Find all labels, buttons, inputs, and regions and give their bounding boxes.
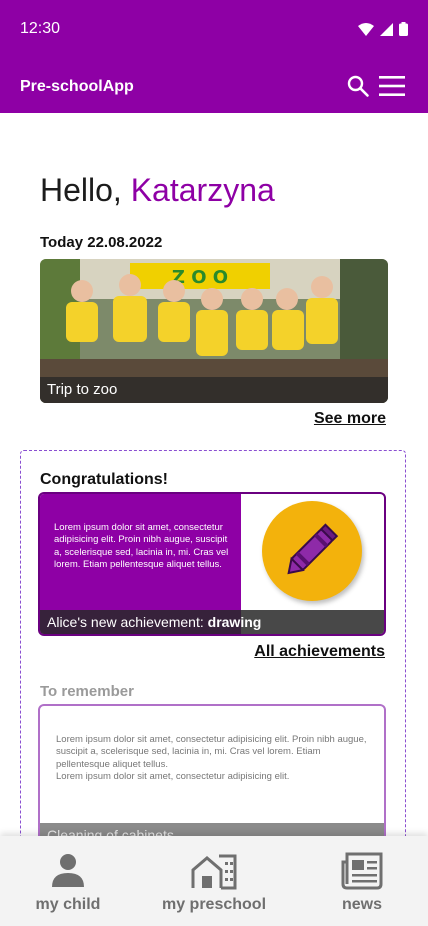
greeting-hello: Hello,	[40, 172, 122, 208]
signal-icon	[380, 22, 393, 36]
nav-news[interactable]: news	[322, 836, 402, 926]
bottom-navigation: my child my preschool news	[0, 836, 428, 926]
see-more-link[interactable]: See more	[314, 410, 386, 428]
achievement-description: Lorem ipsum dolor sit amet, consectetur …	[54, 522, 229, 570]
to-remember-text: Lorem ipsum dolor sit amet, consectetur …	[56, 734, 367, 782]
status-icons	[358, 22, 408, 36]
nav-my-preschool[interactable]: my preschool	[154, 836, 274, 926]
to-remember-card[interactable]: Lorem ipsum dolor sit amet, consectetur …	[38, 704, 386, 844]
crayon-icon	[287, 523, 339, 575]
battery-icon	[399, 22, 408, 36]
building-icon	[191, 854, 237, 890]
status-time: 12:30	[20, 20, 61, 37]
crayon-badge	[262, 501, 362, 601]
app-bar: Pre-schoolApp	[0, 58, 428, 113]
nav-my-preschool-label: my preschool	[161, 896, 267, 913]
nav-news-label: news	[341, 896, 382, 913]
app-title: Pre-schoolApp	[20, 78, 134, 95]
all-achievements-link[interactable]: All achievements	[254, 643, 385, 661]
achievement-footer-prefix: Alice's new achievement:	[47, 614, 204, 630]
search-icon[interactable]	[346, 74, 370, 98]
event-photo-card[interactable]: Z O O Trip to zoo	[40, 259, 388, 403]
nav-my-child-label: my child	[35, 896, 101, 913]
achievement-card[interactable]: Lorem ipsum dolor sit amet, consectetur …	[38, 492, 386, 636]
nav-my-child[interactable]: my child	[18, 836, 118, 926]
greeting-name: Katarzyna	[130, 172, 275, 208]
today-date: Today 22.08.2022	[40, 234, 163, 251]
greeting: Hello, Katarzyna	[40, 172, 275, 209]
achievement-heading: Congratulations!	[40, 471, 168, 488]
achievement-footer: Alice's new achievement: drawing	[40, 610, 384, 634]
status-bar: 12:30	[0, 0, 428, 58]
event-caption: Trip to zoo	[40, 377, 388, 403]
wifi-icon	[358, 22, 374, 36]
person-icon	[52, 854, 84, 887]
achievement-footer-value: drawing	[207, 614, 262, 630]
newspaper-icon	[341, 852, 383, 890]
menu-icon[interactable]	[378, 74, 406, 98]
to-remember-heading: To remember	[40, 683, 134, 700]
